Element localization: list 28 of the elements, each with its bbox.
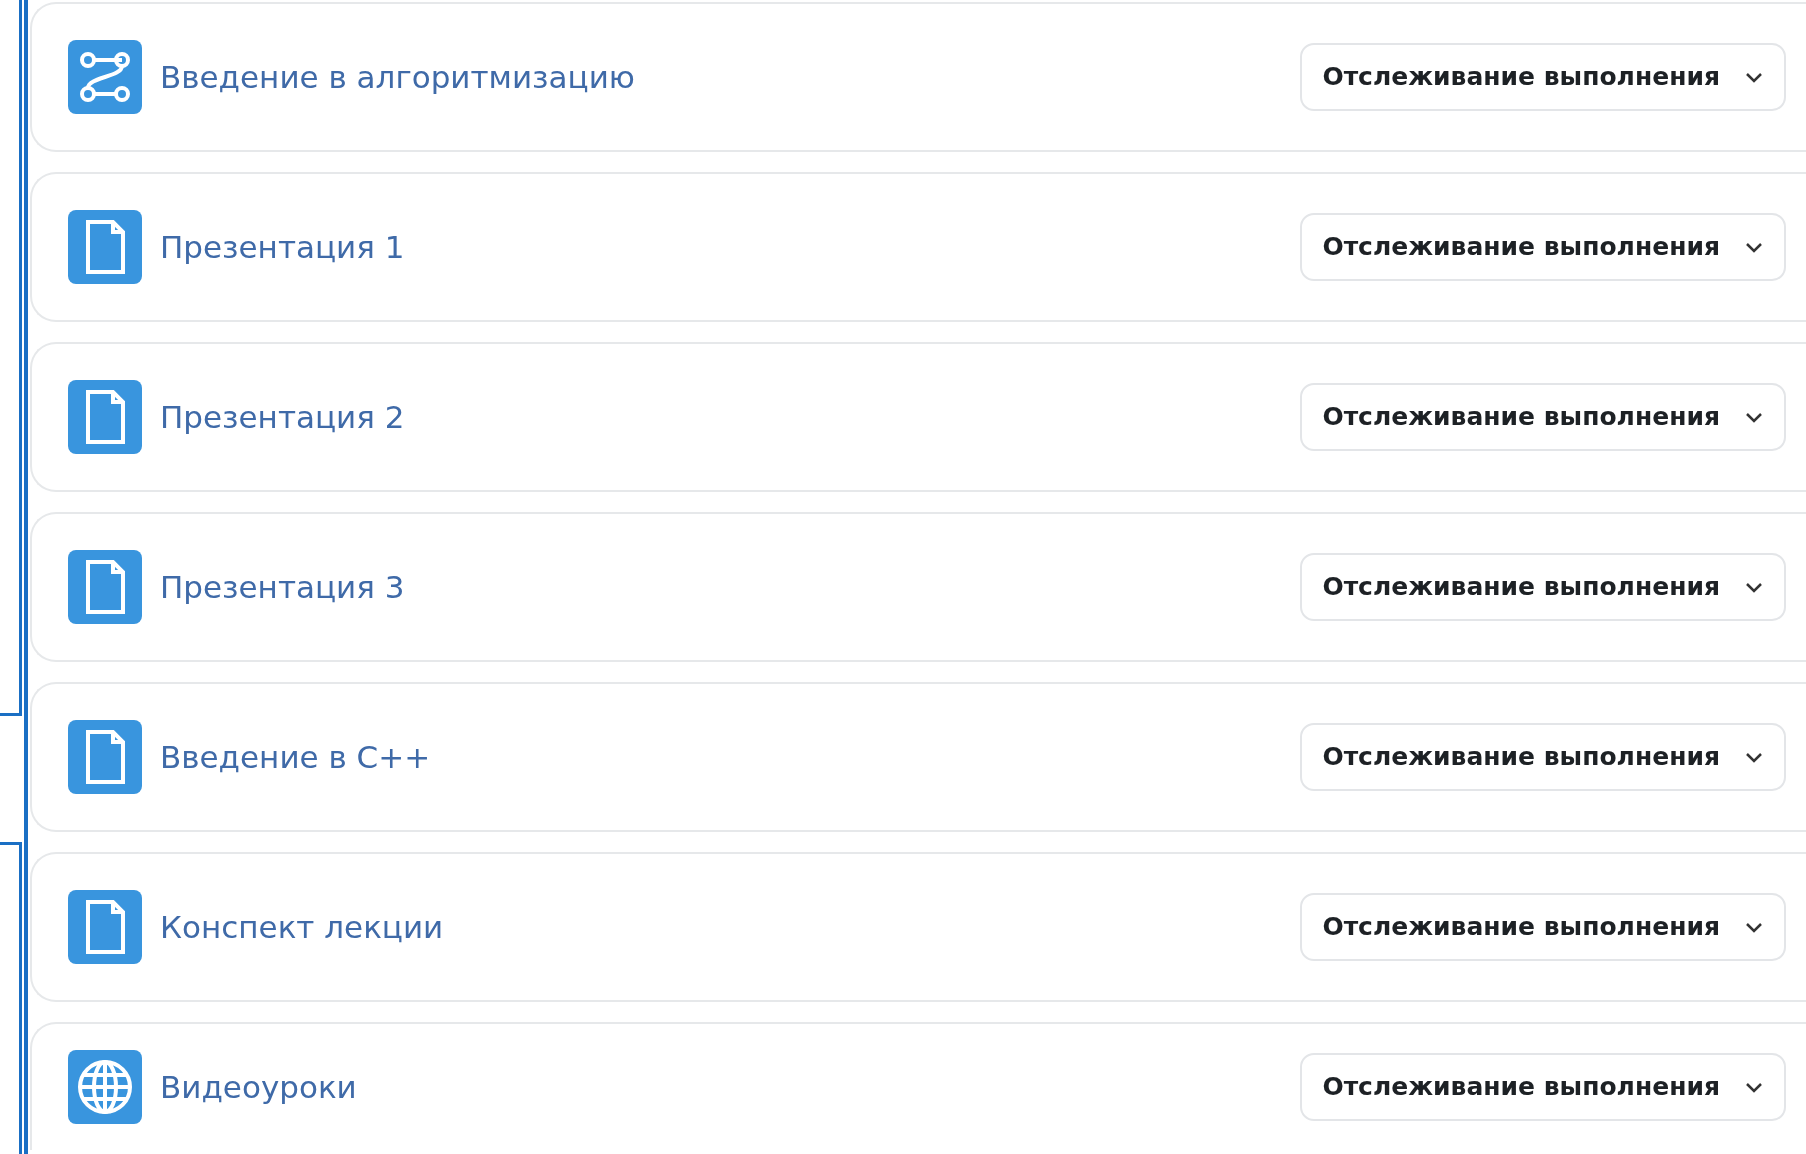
document-icon: [68, 720, 142, 794]
completion-dropdown[interactable]: Отслеживание выполнения: [1300, 213, 1786, 281]
caret-icon: [1744, 1080, 1764, 1094]
activity-link[interactable]: Конспект лекции: [160, 903, 444, 951]
activity-link[interactable]: Презентация 3: [160, 563, 405, 611]
activity-link[interactable]: Введение в C++: [160, 733, 431, 781]
caret-icon: [1744, 240, 1764, 254]
activity-link[interactable]: Презентация 2: [160, 393, 405, 441]
activity-link[interactable]: Презентация 1: [160, 223, 405, 271]
caret-icon: [1744, 920, 1764, 934]
completion-dropdown[interactable]: Отслеживание выполнения: [1300, 723, 1786, 791]
caret-icon: [1744, 410, 1764, 424]
document-icon: [68, 890, 142, 964]
activity-link[interactable]: Видеоуроки: [160, 1063, 357, 1111]
caret-icon: [1744, 750, 1764, 764]
document-icon: [68, 550, 142, 624]
completion-dropdown[interactable]: Отслеживание выполнения: [1300, 893, 1786, 961]
caret-icon: [1744, 70, 1764, 84]
completion-dropdown[interactable]: Отслеживание выполнения: [1300, 383, 1786, 451]
globe-icon: [68, 1050, 142, 1124]
document-icon: [68, 210, 142, 284]
document-icon: [68, 380, 142, 454]
activity-link[interactable]: Введение в алгоритмизацию: [160, 53, 635, 101]
completion-dropdown[interactable]: Отслеживание выполнения: [1300, 1053, 1786, 1121]
completion-dropdown[interactable]: Отслеживание выполнения: [1300, 553, 1786, 621]
flow-icon: [68, 40, 142, 114]
caret-icon: [1744, 580, 1764, 594]
completion-dropdown[interactable]: Отслеживание выполнения: [1300, 43, 1786, 111]
